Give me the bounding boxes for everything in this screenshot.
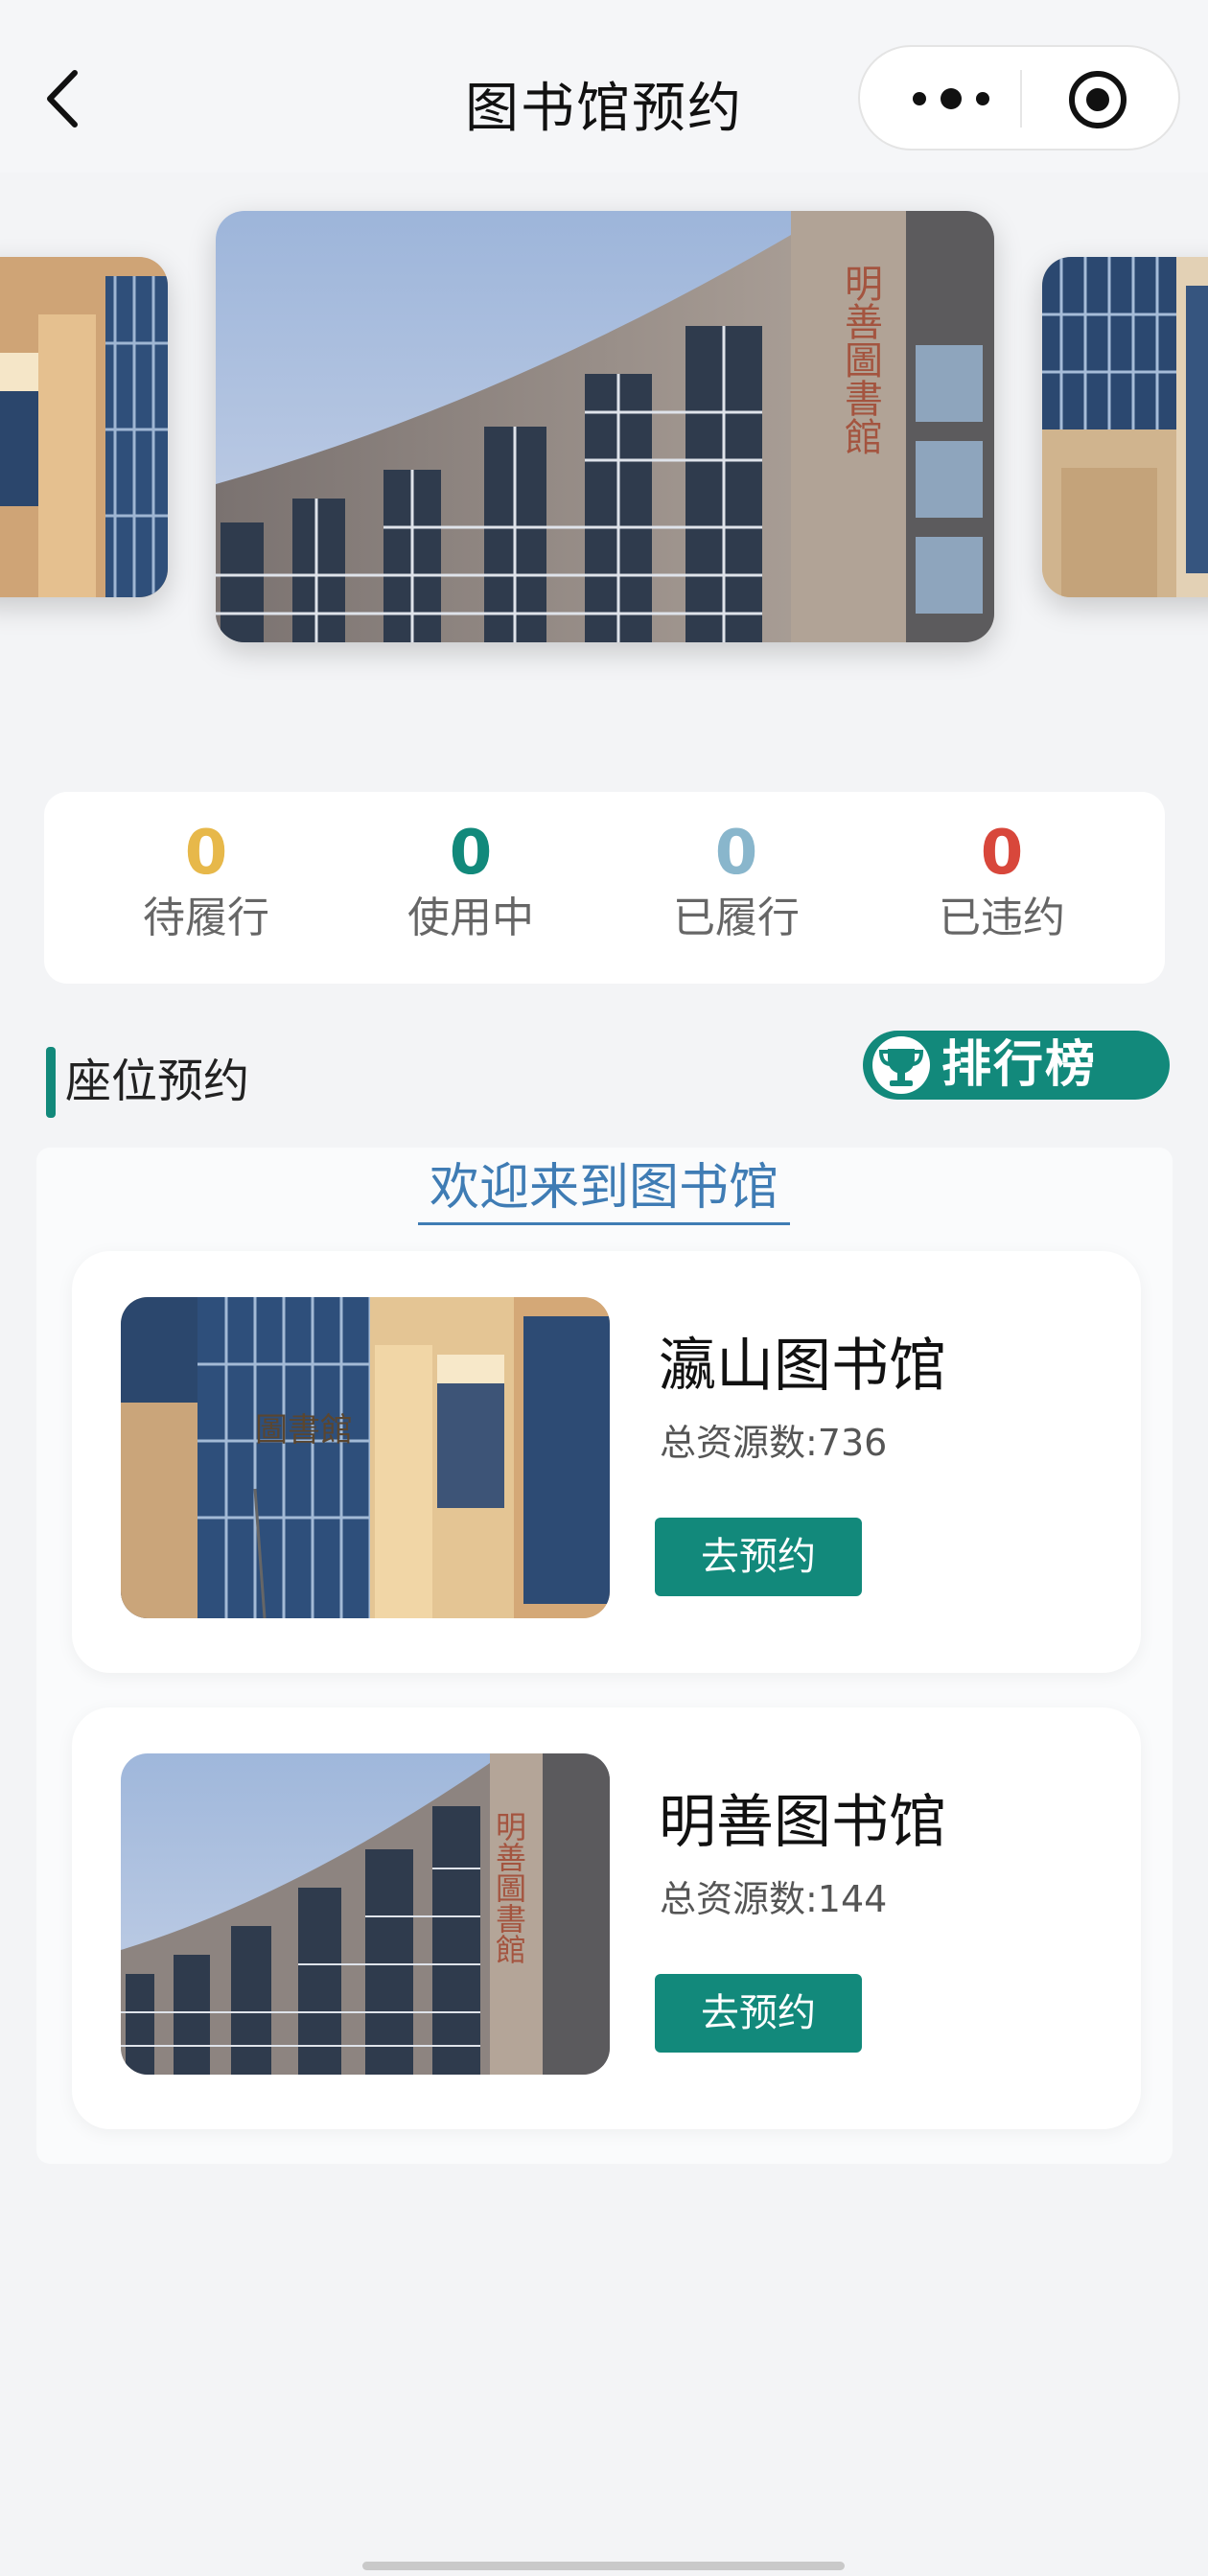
carousel-slide-prev[interactable] bbox=[0, 257, 168, 597]
stat-label: 已违约 bbox=[939, 893, 1065, 942]
library-photo bbox=[1042, 257, 1208, 597]
stat-value: 0 bbox=[184, 818, 228, 889]
stat-value: 0 bbox=[714, 818, 758, 889]
stat-violated[interactable]: 0 已违约 bbox=[906, 817, 1098, 947]
section-accent-bar bbox=[46, 1047, 56, 1118]
library-photo: 明善圖書館 bbox=[216, 211, 994, 642]
stat-label: 使用中 bbox=[407, 893, 534, 942]
library-photo: 明善圖書館 bbox=[121, 1753, 610, 2075]
library-total-resources: 总资源数:736 bbox=[660, 1422, 888, 1464]
reserve-button[interactable]: 去预约 bbox=[655, 1518, 862, 1596]
stat-in-use[interactable]: 0 使用中 bbox=[375, 817, 567, 947]
building-sign: 明善圖書館 bbox=[838, 264, 882, 455]
home-indicator[interactable] bbox=[362, 2562, 845, 2570]
reservation-stats: 0 待履行 0 使用中 0 已履行 0 已违约 bbox=[44, 792, 1165, 984]
trophy-icon bbox=[872, 1036, 930, 1094]
leaderboard-button[interactable]: 排行榜 bbox=[863, 1031, 1170, 1100]
library-card[interactable]: 圖書館 瀛山图书馆 总资源数:736 去预约 bbox=[72, 1251, 1141, 1673]
nav-bar: 图书馆预约 bbox=[0, 0, 1208, 173]
library-thumbnail: 明善圖書館 bbox=[121, 1753, 610, 2075]
stat-fulfilled[interactable]: 0 已履行 bbox=[640, 817, 832, 947]
stat-value: 0 bbox=[449, 818, 493, 889]
library-name: 明善图书馆 bbox=[659, 1789, 946, 1856]
welcome-banner: 欢迎来到图书馆 bbox=[0, 1155, 1208, 1225]
welcome-text: 欢迎来到图书馆 bbox=[417, 1155, 790, 1225]
carousel-slide-next[interactable] bbox=[1042, 257, 1208, 597]
library-card[interactable]: 明善圖書館 明善图书馆 总资源数:144 去预约 bbox=[72, 1707, 1141, 2129]
more-icon[interactable] bbox=[898, 76, 1004, 122]
reserve-button[interactable]: 去预约 bbox=[655, 1974, 862, 2053]
stat-label: 已履行 bbox=[673, 893, 800, 942]
stat-label: 待履行 bbox=[143, 893, 269, 942]
stat-value: 0 bbox=[980, 818, 1024, 889]
library-total-resources: 总资源数:144 bbox=[660, 1878, 888, 1920]
stat-pending[interactable]: 0 待履行 bbox=[110, 817, 302, 947]
building-sign: 明善圖書館 bbox=[491, 1811, 527, 1964]
library-name: 瀛山图书馆 bbox=[659, 1333, 946, 1400]
banner-carousel[interactable]: 明善圖書館 bbox=[0, 173, 1208, 767]
library-thumbnail: 圖書館 bbox=[121, 1297, 610, 1618]
carousel-slide-active[interactable]: 明善圖書館 bbox=[216, 211, 994, 642]
leaderboard-label: 排行榜 bbox=[941, 1036, 1098, 1094]
library-photo: 圖書館 bbox=[121, 1297, 610, 1618]
capsule-divider bbox=[1020, 70, 1022, 128]
building-sign: 圖書館 bbox=[255, 1411, 353, 1450]
mini-program-capsule bbox=[858, 45, 1180, 151]
close-target-icon[interactable] bbox=[1066, 68, 1129, 131]
section-title: 座位预约 bbox=[65, 1055, 250, 1108]
library-photo bbox=[0, 257, 168, 597]
